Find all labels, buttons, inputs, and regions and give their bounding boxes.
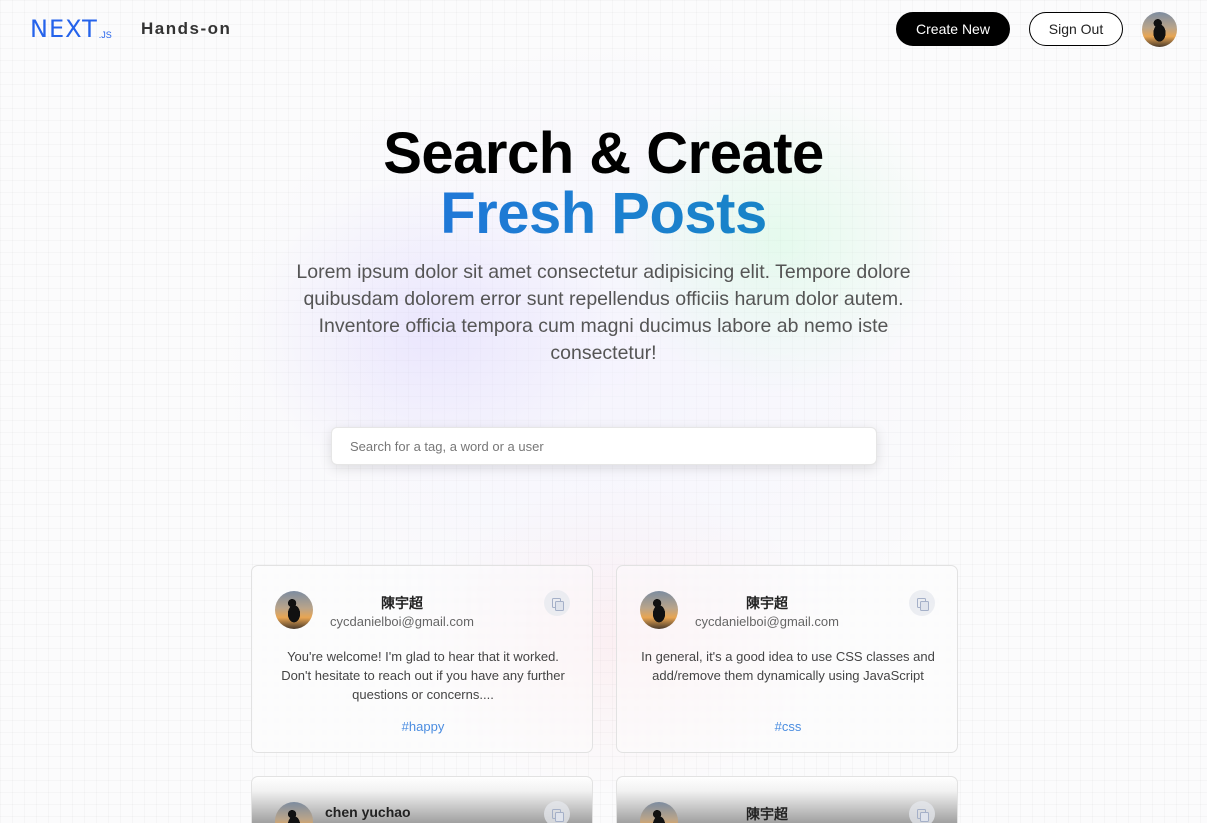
- author-avatar[interactable]: [640, 802, 678, 823]
- top-nav: NEXT .JS Hands-on Create New Sign Out: [0, 0, 1207, 60]
- author-avatar[interactable]: [275, 591, 313, 629]
- nextjs-logo[interactable]: NEXT .JS: [30, 16, 112, 42]
- post-card[interactable]: chen yuchao: [251, 776, 593, 823]
- user-avatar[interactable]: [1142, 12, 1177, 47]
- post-card[interactable]: 陳宇超: [616, 776, 958, 823]
- author-email: cycdanielboi@gmail.com: [330, 614, 474, 629]
- author-name[interactable]: 陳宇超: [690, 804, 844, 823]
- author-avatar[interactable]: [640, 591, 678, 629]
- hero-title-line1: Search & Create: [383, 121, 824, 186]
- post-tag[interactable]: #css: [617, 719, 959, 734]
- logo-text: NEXT: [30, 15, 98, 43]
- create-new-button[interactable]: Create New: [896, 12, 1010, 46]
- hero-title-line2: Fresh Posts: [0, 184, 1207, 244]
- post-card[interactable]: 陳宇超 cycdanielboi@gmail.com You're welcom…: [251, 565, 593, 753]
- author-name[interactable]: 陳宇超: [325, 593, 479, 613]
- hero-title: Search & Create Fresh Posts: [0, 124, 1207, 244]
- post-body: In general, it's a good idea to use CSS …: [641, 649, 935, 683]
- copy-button[interactable]: [909, 590, 935, 616]
- copy-button[interactable]: [909, 801, 935, 823]
- search-input[interactable]: [332, 428, 876, 464]
- author-name[interactable]: 陳宇超: [690, 593, 844, 613]
- copy-icon: [916, 808, 929, 822]
- author-email: cycdanielboi@gmail.com: [695, 614, 839, 629]
- hero-description: Lorem ipsum dolor sit amet consectetur a…: [296, 261, 911, 364]
- post-tag[interactable]: #happy: [252, 719, 594, 734]
- copy-icon: [551, 808, 564, 822]
- search-form: [331, 427, 877, 465]
- copy-icon: [916, 597, 929, 611]
- copy-icon: [551, 597, 564, 611]
- copy-button[interactable]: [544, 801, 570, 823]
- author-avatar[interactable]: [275, 802, 313, 823]
- author-name[interactable]: chen yuchao: [325, 804, 411, 820]
- sign-out-button[interactable]: Sign Out: [1029, 12, 1123, 46]
- post-card[interactable]: 陳宇超 cycdanielboi@gmail.com In general, i…: [616, 565, 958, 753]
- logo-suffix: .JS: [98, 30, 112, 40]
- brand-name[interactable]: Hands-on: [141, 19, 231, 39]
- post-body: You're welcome! I'm glad to hear that it…: [281, 649, 565, 702]
- copy-button[interactable]: [544, 590, 570, 616]
